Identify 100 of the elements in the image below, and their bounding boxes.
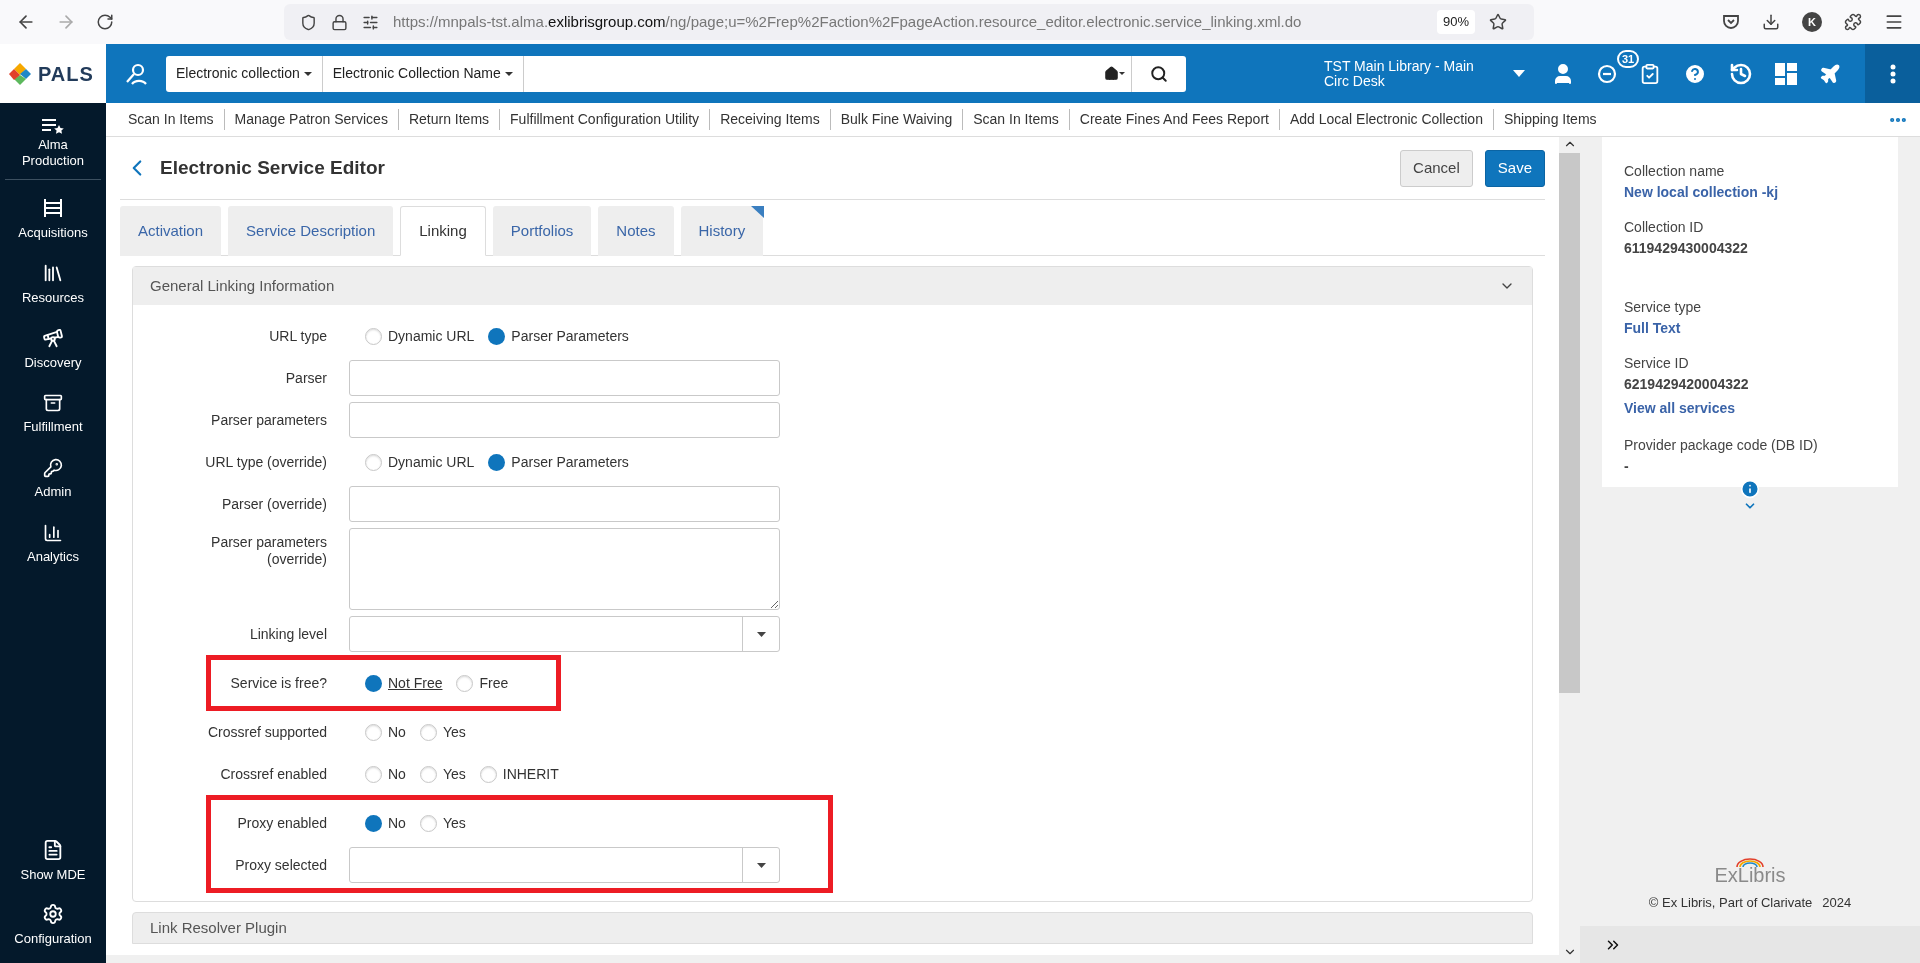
sidebar-item[interactable]: Resources [21, 259, 85, 310]
history-icon[interactable] [1729, 61, 1753, 86]
quick-link[interactable]: Receiving Items [709, 109, 830, 130]
info-value: 6219429420004322 [1624, 375, 1750, 394]
zoom-badge[interactable]: 90% [1437, 10, 1476, 34]
key-icon [43, 457, 63, 478]
logo-text: PALS [38, 61, 94, 87]
section-header[interactable]: Link Resolver Plugin [132, 912, 1533, 944]
text-field[interactable] [349, 486, 780, 522]
quick-link[interactable]: Create Fines And Fees Report [1068, 109, 1279, 130]
radio-option[interactable]: Parser Parameters [488, 325, 629, 347]
info-label: Collection ID [1624, 218, 1705, 237]
info-label: Provider package code (DB ID) [1624, 436, 1819, 455]
home-icon [1104, 66, 1119, 81]
sidebar-item[interactable]: Discovery [24, 324, 82, 375]
person-search-icon[interactable] [124, 61, 150, 86]
rainbow-arc-icon [1735, 857, 1765, 867]
text-field[interactable] [349, 360, 780, 396]
search-scope-dropdown[interactable]: Electronic collection [166, 55, 323, 92]
clipboard-icon[interactable] [1639, 62, 1661, 85]
field-label: URL type [268, 327, 327, 345]
search-icon [1150, 64, 1168, 83]
select-field[interactable] [349, 616, 780, 652]
radio-option[interactable]: Dynamic URL [365, 451, 475, 473]
radio-option[interactable]: No [365, 763, 406, 785]
reload-icon[interactable] [96, 13, 114, 31]
radio-option[interactable]: Free [456, 672, 509, 694]
notification-badge: 31 [1617, 49, 1640, 68]
radio-option[interactable]: Yes [419, 763, 466, 785]
address-bar[interactable]: https://mnpals-tst.alma.exlibrisgroup.com/ng/page;u=%2Frep%2Faction%2FpageAction.resource_editor.electronic.service_linking.xml.do 90% [284, 4, 1534, 40]
radio-option[interactable]: INHERIT [479, 763, 559, 785]
quick-link[interactable]: Return Items [397, 109, 500, 130]
sidebar-item[interactable]: Show MDE [20, 835, 86, 889]
radio-option[interactable]: No [365, 812, 406, 834]
tab[interactable]: Linking [400, 206, 486, 256]
settings-icon [42, 903, 64, 926]
search-scope-dropdown[interactable]: Electronic Collection Name [322, 55, 524, 92]
quick-link[interactable]: Shipping Items [1492, 109, 1607, 130]
tab[interactable]: Portfolios [492, 206, 592, 256]
info-link[interactable]: View all services [1624, 395, 1876, 421]
sidebar-item[interactable]: Analytics [27, 519, 79, 570]
sidebar-item[interactable]: Configuration [14, 899, 92, 953]
save-button[interactable]: Save [1484, 149, 1545, 187]
tab[interactable]: Service Description [228, 206, 394, 256]
radio-option[interactable]: Parser Parameters [488, 451, 629, 473]
tab[interactable]: Activation [120, 206, 222, 256]
extensions-icon[interactable] [1844, 13, 1862, 31]
quick-link[interactable]: Scan In Items [962, 109, 1069, 130]
info-link[interactable]: New local collection -kj [1624, 181, 1876, 203]
caret-icon [756, 631, 766, 637]
tab[interactable]: Notes [598, 206, 674, 256]
cancel-button[interactable]: Cancel [1400, 149, 1473, 187]
sidebar-item[interactable]: Admin [34, 454, 72, 505]
radio-option[interactable]: Yes [419, 721, 466, 743]
bar-chart-icon [43, 522, 63, 543]
more-icon [1889, 63, 1896, 84]
section-title: General Linking Information [150, 275, 335, 296]
field-label: Proxy selected [234, 856, 327, 874]
radio-option[interactable]: Dynamic URL [365, 325, 475, 347]
quick-link[interactable]: Add Local Electronic Collection [1278, 109, 1493, 130]
section-header[interactable]: General Linking Information [133, 267, 1532, 305]
radio-option[interactable]: No [365, 721, 406, 743]
caret-icon [756, 862, 766, 868]
sidebar-item[interactable]: Alma Production [13, 117, 93, 169]
layout-grid-icon[interactable] [1775, 62, 1797, 85]
sidebar-item[interactable]: Fulfillment [23, 389, 83, 440]
field-label: Service is free? [229, 674, 327, 692]
scroll-thumb[interactable] [1559, 153, 1580, 693]
pocket-icon[interactable] [1722, 13, 1740, 31]
info-label: Service type [1624, 298, 1703, 317]
caret-icon[interactable] [1513, 70, 1525, 77]
text-field[interactable] [349, 402, 780, 438]
menu-icon[interactable] [1884, 12, 1904, 32]
quick-link[interactable]: Fulfillment Configuration Utility [499, 109, 710, 130]
logo-icon [8, 61, 32, 86]
sidebar-item[interactable]: Acquisitions [18, 194, 88, 245]
location-text[interactable]: TST Main Library - Main Circ Desk [1324, 58, 1499, 89]
field-label: Proxy enabled [236, 814, 327, 832]
corner-fold-icon [751, 206, 765, 218]
quick-link[interactable]: Scan In Items [128, 109, 224, 130]
scrollbar[interactable] [1559, 137, 1580, 963]
document-icon [42, 839, 64, 862]
radio-option[interactable]: Yes [419, 812, 466, 834]
profile-avatar[interactable]: K [1802, 12, 1822, 32]
field-label: Parser [284, 369, 327, 387]
plane-icon[interactable] [1819, 62, 1841, 85]
bookmark-star-icon[interactable] [1489, 13, 1508, 31]
archive-box-icon [43, 392, 63, 413]
copyright-year: 2024 [1822, 893, 1852, 912]
field-label: Linking level [248, 625, 327, 643]
caret-icon [504, 71, 513, 76]
url-text: https://mnpals-tst.alma.exlibrisgroup.com/ng/page;u=%2Frep%2Faction%2FpageAction.resource_editor.electronic.service_linking.xml.do [393, 11, 1303, 32]
radio-option[interactable]: Not Free [365, 672, 443, 694]
tab[interactable]: History [680, 206, 764, 256]
download-icon[interactable] [1762, 13, 1780, 31]
caret-icon [303, 71, 312, 76]
quick-link[interactable]: Bulk Fine Waiving [829, 109, 963, 130]
select-field[interactable] [349, 847, 780, 883]
quick-link[interactable]: Manage Patron Services [223, 109, 398, 130]
info-link[interactable]: Full Text [1624, 317, 1876, 339]
